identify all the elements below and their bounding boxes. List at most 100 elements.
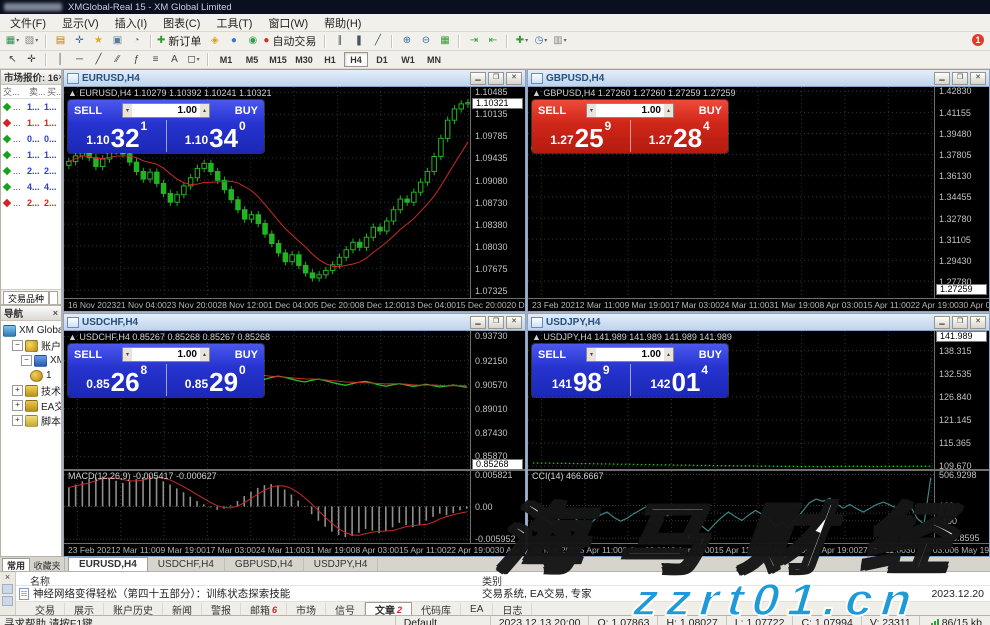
tree-item-accounts[interactable]: −账户: [1, 338, 61, 353]
volume-up-button[interactable]: ▴: [200, 348, 209, 361]
window-close-button[interactable]: ✕: [506, 316, 522, 329]
tree-item-indicators[interactable]: +技术指标: [1, 383, 61, 398]
chart-tab-usdjpy-h4[interactable]: USDJPY,H4: [304, 558, 379, 571]
price-axis[interactable]: 138.315132.535126.840121.145115.365109.6…: [934, 331, 989, 543]
tab-symbols[interactable]: 交易品种: [3, 291, 49, 304]
market-row[interactable]: ...0...0...: [1, 131, 61, 147]
market-row[interactable]: ...4...4...: [1, 179, 61, 195]
volume-input[interactable]: ▾1.00▴: [122, 347, 210, 362]
indicators-button[interactable]: ✚▾: [512, 34, 531, 49]
menu-item-3[interactable]: 图表(C): [155, 14, 208, 32]
channel-tool-icon[interactable]: ∕∕: [108, 52, 127, 67]
timeframe-h4[interactable]: H4: [344, 52, 368, 67]
templates-button[interactable]: ▥▾: [550, 34, 569, 49]
chart-window-titlebar[interactable]: USDCHF,H4 ▁ ❐ ✕: [64, 314, 525, 331]
timeframe-m1[interactable]: M1: [214, 52, 238, 67]
toolbox-float-icon[interactable]: [2, 596, 13, 606]
market-row[interactable]: ...2...2...: [1, 195, 61, 211]
levels-tool-icon[interactable]: ≡: [146, 52, 165, 67]
toolbox-tab-文章[interactable]: 文章2: [365, 602, 412, 615]
price-axis[interactable]: 1.428301.411551.394801.378051.361301.344…: [934, 87, 989, 298]
crosshair-tool-icon[interactable]: ✛: [22, 52, 41, 67]
sell-button[interactable]: SELL: [538, 105, 578, 117]
toolbox-tab-邮箱[interactable]: 邮箱6: [241, 603, 287, 615]
volume-down-button[interactable]: ▾: [587, 348, 596, 361]
sell-button[interactable]: SELL: [74, 349, 114, 361]
toolbox-tab-市场[interactable]: 市场: [287, 603, 326, 615]
window-restore-button[interactable]: ❐: [488, 316, 504, 329]
line-chart-icon[interactable]: ╱: [368, 34, 387, 49]
menu-item-5[interactable]: 窗口(W): [260, 14, 316, 32]
terminal-icon[interactable]: ▣: [108, 34, 127, 49]
market-watch-close-icon[interactable]: ×: [58, 72, 61, 82]
chart-plot-area[interactable]: ▲ USDCHF,H4 0.85267 0.85268 0.85267 0.85…: [64, 331, 470, 543]
navigator-tab[interactable]: 常用: [2, 558, 30, 571]
toolbox-tab-ea[interactable]: EA: [461, 603, 493, 615]
window-close-button[interactable]: ✕: [970, 72, 986, 85]
market-watch-column-2[interactable]: 买...: [47, 85, 61, 98]
toolbox-tab-交易[interactable]: 交易: [26, 603, 65, 615]
timeframe-d1[interactable]: D1: [370, 52, 394, 67]
auto-trading-button[interactable]: ●自动交易: [262, 34, 320, 49]
tree-item-account-number[interactable]: −XMG: [1, 353, 61, 368]
buy-price[interactable]: 1.27284: [631, 119, 729, 153]
candlestick-chart-icon[interactable]: ❚: [349, 34, 368, 49]
strategy-tester-icon[interactable]: ◔: [127, 34, 146, 49]
timeframe-m30[interactable]: M30: [292, 52, 316, 67]
market-row[interactable]: ...1...1...: [1, 115, 61, 131]
chart-plot-area[interactable]: ▲ EURUSD,H4 1.10279 1.10392 1.10241 1.10…: [64, 87, 470, 298]
sell-price[interactable]: 1.10321: [68, 119, 166, 153]
volume-down-button[interactable]: ▾: [587, 104, 596, 117]
navigator-icon[interactable]: ★: [89, 34, 108, 49]
notification-badge[interactable]: 1: [972, 34, 984, 46]
chart-plot-area[interactable]: ▲ USDJPY,H4 141.989 141.989 141.989 141.…: [528, 331, 934, 543]
market-row[interactable]: ...2...2...: [1, 163, 61, 179]
volume-down-button[interactable]: ▾: [123, 104, 132, 117]
sell-button[interactable]: SELL: [74, 105, 114, 117]
profiles-button[interactable]: ▧▾: [22, 34, 41, 49]
volume-input[interactable]: ▾1.00▴: [586, 347, 674, 362]
toolbox-tab-账户历史[interactable]: 账户历史: [104, 603, 163, 615]
navigator-tab[interactable]: 收藏夹: [30, 559, 64, 571]
new-order-button[interactable]: ✚新订单: [156, 34, 205, 49]
community-icon[interactable]: ◉: [243, 34, 262, 49]
tree-item-scripts[interactable]: +脚本: [1, 413, 61, 428]
window-restore-button[interactable]: ❐: [488, 72, 504, 85]
market-row[interactable]: ...1...1...: [1, 147, 61, 163]
time-axis[interactable]: 23 Feb 20212 Mar 11:009 Mar 19:0017 Mar …: [528, 298, 989, 311]
navigator-close-icon[interactable]: ×: [53, 308, 58, 318]
tree-item-server[interactable]: XM Global: [1, 323, 61, 338]
zoom-out-icon[interactable]: ⊖: [416, 34, 435, 49]
periods-button[interactable]: ◷▾: [531, 34, 550, 49]
horizontal-line-tool-icon[interactable]: ─: [70, 52, 89, 67]
market-watch-column-0[interactable]: 交...: [1, 85, 29, 98]
menu-item-0[interactable]: 文件(F): [2, 14, 54, 32]
window-restore-button[interactable]: ❐: [952, 72, 968, 85]
tree-expander[interactable]: +: [12, 415, 23, 426]
toolbox-dock-icon[interactable]: [2, 584, 13, 594]
menu-item-6[interactable]: 帮助(H): [316, 14, 369, 32]
window-close-button[interactable]: ✕: [970, 316, 986, 329]
buy-price[interactable]: 1.10340: [167, 119, 265, 153]
vertical-line-tool-icon[interactable]: │: [51, 52, 70, 67]
market-row[interactable]: ...1...1...: [1, 99, 61, 115]
shapes-tool-icon[interactable]: ◻▾: [184, 52, 203, 67]
toolbox-tab-代码库[interactable]: 代码库: [412, 603, 461, 615]
window-minimize-button[interactable]: ▁: [934, 72, 950, 85]
text-tool-icon[interactable]: A: [165, 52, 184, 67]
toolbox-tab-警报[interactable]: 警报: [202, 603, 241, 615]
zoom-in-icon[interactable]: ⊕: [397, 34, 416, 49]
volume-up-button[interactable]: ▴: [664, 104, 673, 117]
timeframe-h1[interactable]: H1: [318, 52, 342, 67]
tree-expander[interactable]: −: [21, 355, 32, 366]
window-minimize-button[interactable]: ▁: [470, 72, 486, 85]
chart-shift-icon[interactable]: ⇤: [483, 34, 502, 49]
tree-expander[interactable]: +: [12, 400, 23, 411]
sell-price[interactable]: 1.27259: [532, 119, 630, 153]
fibonacci-tool-icon[interactable]: ƒ: [127, 52, 146, 67]
new-chart-button[interactable]: ▦▾: [3, 34, 22, 49]
toolbox-close-icon[interactable]: ×: [5, 573, 10, 582]
window-minimize-button[interactable]: ▁: [934, 316, 950, 329]
volume-input[interactable]: ▾1.00▴: [586, 103, 674, 118]
timeframe-w1[interactable]: W1: [396, 52, 420, 67]
